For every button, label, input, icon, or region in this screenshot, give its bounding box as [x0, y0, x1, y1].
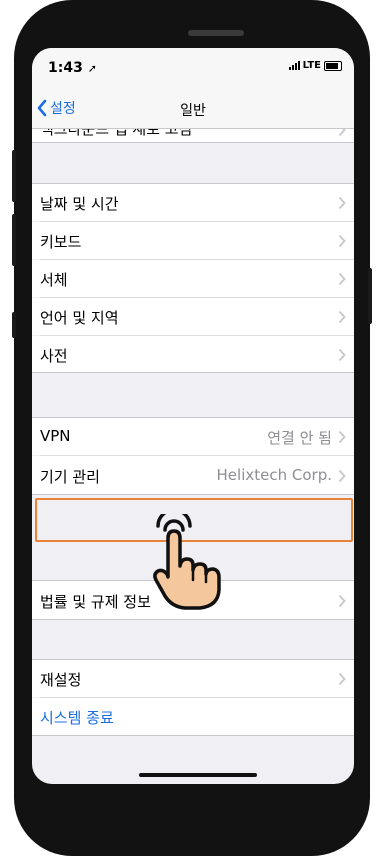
shutdown-label: 시스템 종료	[40, 709, 114, 727]
row-label: 재설정	[40, 671, 82, 689]
page-title: 일반	[180, 103, 206, 119]
time-text: 1:43	[48, 60, 83, 76]
settings-row-keyboard[interactable]: 키보드	[32, 222, 354, 259]
chevron-right-icon	[338, 348, 346, 362]
device-management-value: Helixtech Corp.	[216, 466, 332, 484]
network-type: LTE	[302, 60, 321, 71]
section-divider	[32, 372, 354, 373]
chevron-right-icon	[338, 310, 346, 324]
chevron-right-icon	[338, 196, 346, 210]
row-label: 백그라운드 앱 새로 고침	[40, 129, 193, 138]
settings-row-reset[interactable]: 재설정	[32, 660, 354, 697]
chevron-right-icon	[338, 272, 346, 286]
chevron-right-icon	[338, 129, 346, 137]
tap-hand-icon	[153, 514, 221, 610]
row-label: 언어 및 지역	[40, 309, 119, 327]
row-label: 날짜 및 시간	[40, 195, 119, 213]
speaker-grille	[188, 30, 244, 36]
settings-row-vpn[interactable]: VPN 연결 안 됨	[32, 418, 354, 455]
chevron-right-icon	[338, 430, 346, 444]
status-time: 1:43 ➚	[48, 60, 97, 76]
settings-row-fonts[interactable]: 서체	[32, 260, 354, 297]
chevron-right-icon	[338, 594, 346, 608]
vpn-status-value: 연결 안 됨	[267, 429, 332, 447]
navigation-bar: 설정 일반	[32, 90, 354, 129]
location-arrow-icon: ➚	[87, 62, 97, 75]
section-divider	[32, 735, 354, 736]
chevron-right-icon	[338, 234, 346, 248]
settings-row-device-management[interactable]: 기기 관리 Helixtech Corp.	[32, 456, 354, 494]
chevron-right-icon	[338, 469, 346, 483]
section-divider	[32, 619, 354, 620]
settings-row-dictionary[interactable]: 사전	[32, 336, 354, 372]
row-label: 서체	[40, 271, 68, 289]
row-label: 키보드	[40, 233, 82, 251]
battery-icon	[324, 60, 342, 71]
screen: 1:43 ➚ LTE 설정 일반 백그라운드 앱 새로 고침 날짜 및 시간 키…	[32, 48, 354, 784]
row-label: 사전	[40, 347, 68, 365]
mute-switch	[12, 312, 16, 338]
section-divider	[32, 494, 354, 495]
row-label: VPN	[40, 427, 71, 445]
row-label: 기기 관리	[40, 468, 100, 486]
row-label: 법률 및 규제 정보	[40, 593, 151, 611]
cellular-signal-icon	[288, 61, 300, 70]
chevron-right-icon	[338, 672, 346, 686]
status-signal: LTE	[288, 60, 342, 71]
section-divider	[32, 142, 354, 143]
power-button	[368, 268, 372, 324]
volume-button-down	[12, 214, 16, 266]
settings-row-background-refresh[interactable]: 백그라운드 앱 새로 고침	[32, 129, 354, 142]
home-indicator[interactable]	[139, 773, 257, 777]
settings-row-date-time[interactable]: 날짜 및 시간	[32, 184, 354, 221]
status-bar: 1:43 ➚ LTE	[32, 48, 354, 90]
settings-row-language-region[interactable]: 언어 및 지역	[32, 298, 354, 335]
volume-button-up	[12, 150, 16, 202]
settings-row-shutdown[interactable]: 시스템 종료	[32, 698, 354, 735]
